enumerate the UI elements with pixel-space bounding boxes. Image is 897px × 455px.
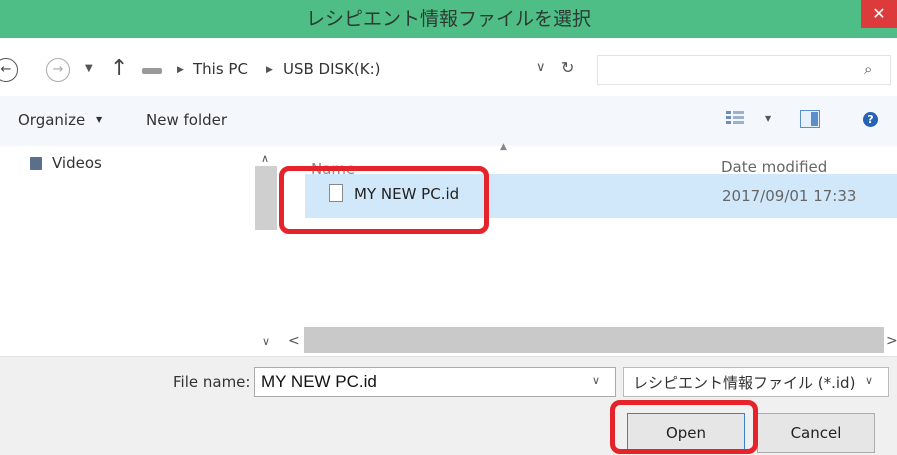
command-bar (0, 96, 897, 146)
file-name-input[interactable] (254, 367, 616, 397)
highlight-box-open (610, 400, 758, 454)
up-button[interactable]: ↑ (110, 56, 128, 81)
recent-locations-dropdown-icon[interactable]: ▼ (85, 63, 93, 74)
file-name-dropdown-icon[interactable]: ∨ (592, 374, 600, 387)
breadcrumb-this-pc[interactable]: This PC (193, 60, 248, 78)
nav-scroll-down-icon[interactable]: ∨ (262, 335, 270, 348)
scroll-left-icon[interactable]: < (288, 333, 300, 349)
horizontal-scrollbar-thumb[interactable] (304, 327, 884, 353)
breadcrumb-usb-disk[interactable]: USB DISK(K:) (283, 60, 381, 78)
file-name-label: File name: (173, 373, 251, 391)
preview-pane-icon-part (811, 112, 818, 126)
address-dropdown-icon[interactable]: ∨ (536, 60, 546, 75)
view-dropdown-icon[interactable]: ▼ (765, 114, 771, 123)
breadcrumb-separator-icon[interactable]: ▶ (177, 65, 184, 75)
videos-icon (30, 157, 42, 170)
drive-icon (142, 68, 162, 74)
scroll-right-icon[interactable]: > (886, 333, 897, 349)
organize-button[interactable]: Organize (18, 111, 85, 129)
nav-scroll-up-icon[interactable]: ∧ (261, 152, 269, 165)
file-date-cell: 2017/09/01 17:33 (722, 187, 857, 205)
sidebar-item-videos[interactable]: Videos (52, 154, 102, 172)
highlight-box-file (279, 166, 489, 234)
breadcrumb-separator-icon[interactable]: ▶ (266, 65, 273, 75)
cancel-button[interactable]: Cancel (757, 413, 875, 453)
file-type-dropdown-icon[interactable]: ∨ (865, 374, 873, 387)
file-type-value: レシピエント情報ファイル (*.id) (633, 374, 856, 392)
new-folder-button[interactable]: New folder (146, 111, 227, 129)
nav-scrollbar-thumb[interactable] (255, 166, 277, 230)
help-icon[interactable]: ? (863, 112, 878, 127)
window-title: レシピエント情報ファイルを選択 (305, 8, 591, 30)
forward-button[interactable]: → (46, 58, 70, 82)
sort-indicator-icon: ▲ (500, 142, 507, 152)
refresh-icon[interactable]: ↻ (561, 58, 574, 77)
view-options-icon[interactable] (726, 110, 744, 126)
navigation-pane (0, 146, 255, 356)
organize-dropdown-icon[interactable]: ▼ (96, 115, 102, 124)
search-icon[interactable]: ⌕ (864, 60, 872, 78)
search-input[interactable] (597, 55, 891, 85)
close-button[interactable]: ✕ (861, 0, 897, 28)
